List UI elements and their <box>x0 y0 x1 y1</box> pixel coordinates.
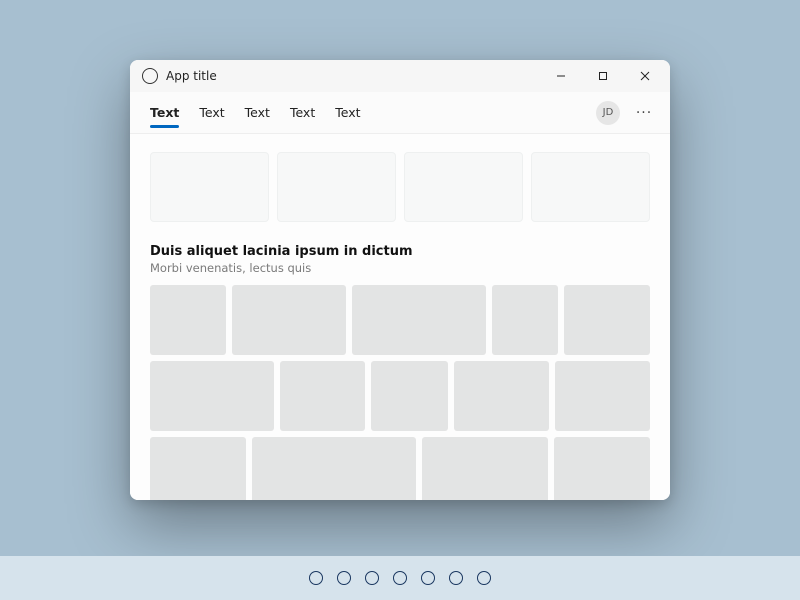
pager-circle[interactable] <box>449 571 463 585</box>
avatar[interactable]: JD <box>596 101 620 125</box>
tile[interactable] <box>352 285 485 355</box>
tab-1[interactable]: Text <box>199 95 224 130</box>
tile[interactable] <box>564 285 650 355</box>
tile-grid <box>150 285 650 500</box>
tabs: Text Text Text Text Text <box>150 95 596 130</box>
minimize-button[interactable] <box>540 60 582 92</box>
pager-circle[interactable] <box>365 571 379 585</box>
pager-circle[interactable] <box>421 571 435 585</box>
app-title: App title <box>166 69 217 83</box>
tile[interactable] <box>150 361 274 431</box>
tile[interactable] <box>371 361 447 431</box>
tile[interactable] <box>252 437 416 500</box>
tile[interactable] <box>150 437 246 500</box>
close-button[interactable] <box>624 60 666 92</box>
tile[interactable] <box>492 285 559 355</box>
titlebar: App title <box>130 60 670 92</box>
tile[interactable] <box>280 361 366 431</box>
tab-4[interactable]: Text <box>335 95 360 130</box>
tile[interactable] <box>150 285 226 355</box>
tile[interactable] <box>232 285 346 355</box>
hero-card[interactable] <box>404 152 523 222</box>
tile[interactable] <box>422 437 547 500</box>
section-title: Duis aliquet lacinia ipsum in dictum <box>150 244 650 259</box>
tab-3[interactable]: Text <box>290 95 315 130</box>
hero-card[interactable] <box>277 152 396 222</box>
tabbar: Text Text Text Text Text JD ··· <box>130 92 670 134</box>
app-icon <box>142 68 158 84</box>
tab-0[interactable]: Text <box>150 95 179 130</box>
hero-card[interactable] <box>531 152 650 222</box>
pager-circle[interactable] <box>337 571 351 585</box>
maximize-button[interactable] <box>582 60 624 92</box>
tile-row <box>150 361 650 431</box>
content-area: Duis aliquet lacinia ipsum in dictum Mor… <box>130 134 670 500</box>
app-window: App title Text Text Text Text Text JD ··… <box>130 60 670 500</box>
more-button[interactable]: ··· <box>630 99 658 127</box>
pager-circle[interactable] <box>477 571 491 585</box>
pager-circle[interactable] <box>309 571 323 585</box>
tile[interactable] <box>454 361 549 431</box>
hero-row <box>150 152 650 222</box>
pager-circle[interactable] <box>393 571 407 585</box>
tile-row <box>150 285 650 355</box>
tile[interactable] <box>555 361 650 431</box>
tile-row <box>150 437 650 500</box>
footer-bar <box>0 556 800 600</box>
tile[interactable] <box>554 437 650 500</box>
hero-card[interactable] <box>150 152 269 222</box>
section-subtitle: Morbi venenatis, lectus quis <box>150 261 650 275</box>
tab-2[interactable]: Text <box>245 95 270 130</box>
